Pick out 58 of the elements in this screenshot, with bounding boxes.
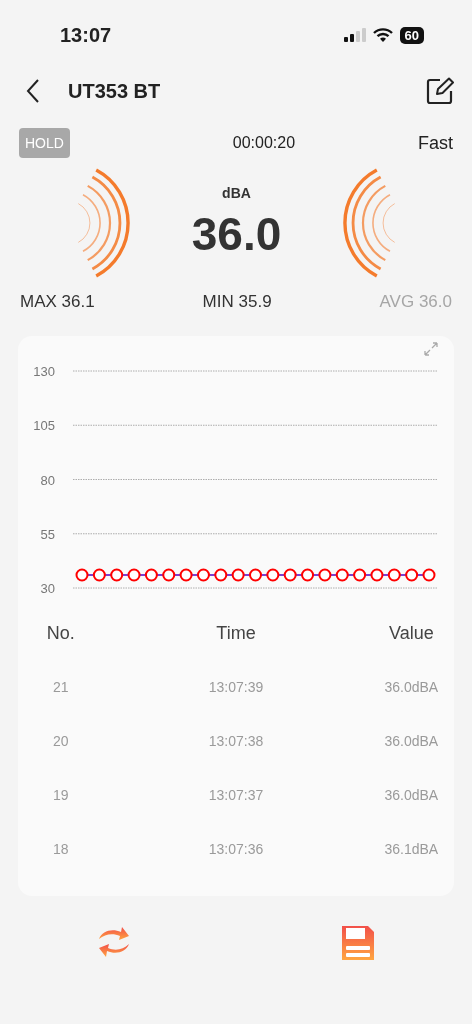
stat-value: MAX 36.1 bbox=[20, 292, 95, 312]
table-cell: 20 bbox=[52, 733, 69, 749]
back-button[interactable] bbox=[26, 78, 40, 104]
data-point bbox=[214, 568, 228, 582]
data-point bbox=[162, 568, 176, 582]
column-header: No. bbox=[46, 622, 75, 644]
table-cell: 36.0dBA bbox=[384, 679, 439, 695]
elapsed-time: 00:00:20 bbox=[232, 134, 296, 152]
table-cell: 21 bbox=[52, 679, 69, 695]
table-cell: 36.0dBA bbox=[384, 733, 439, 749]
table-cell: 13:07:36 bbox=[208, 841, 264, 857]
column-header: Value bbox=[388, 622, 434, 644]
battery-level: 60 bbox=[399, 26, 424, 44]
table-cell: 36.1dBA bbox=[384, 841, 439, 857]
data-point bbox=[249, 568, 262, 582]
table-cell: 13:07:39 bbox=[208, 679, 264, 695]
stat-value: MIN 35.9 bbox=[202, 292, 272, 312]
data-point bbox=[387, 568, 401, 582]
data-point bbox=[422, 568, 436, 582]
wifi-icon bbox=[372, 28, 393, 42]
data-point bbox=[283, 568, 297, 582]
device-title: UT353 BT bbox=[68, 79, 162, 103]
unit-label: dBA bbox=[222, 185, 251, 201]
data-point bbox=[144, 568, 158, 582]
data-point bbox=[266, 568, 280, 582]
stat-value: AVG 36.0 bbox=[379, 292, 452, 312]
axis-tick-label: 30 bbox=[40, 581, 55, 596]
data-point bbox=[179, 568, 193, 582]
data-point bbox=[301, 568, 315, 582]
data-point bbox=[127, 568, 141, 582]
edit-button[interactable] bbox=[426, 77, 454, 105]
data-point bbox=[231, 568, 245, 582]
table-cell: 18 bbox=[52, 841, 69, 857]
data-point bbox=[353, 568, 367, 582]
data-point bbox=[92, 568, 106, 582]
data-point bbox=[370, 568, 384, 582]
expand-icon[interactable] bbox=[424, 342, 438, 356]
table-cell: 13:07:37 bbox=[208, 787, 264, 803]
axis-tick-label: 80 bbox=[40, 472, 55, 488]
signal-icon bbox=[343, 28, 366, 42]
axis-tick-label: 55 bbox=[40, 526, 55, 542]
axis-tick-label: 105 bbox=[33, 418, 55, 434]
sound-level-value: 36.0 bbox=[191, 207, 282, 261]
table-cell: 19 bbox=[52, 787, 69, 803]
data-point bbox=[196, 568, 210, 582]
hold-button[interactable]: HOLD bbox=[19, 128, 70, 158]
column-header: Time bbox=[216, 622, 256, 644]
status-time: 13:07 bbox=[60, 23, 112, 47]
response-mode: Fast bbox=[417, 132, 453, 154]
data-point bbox=[110, 568, 124, 582]
axis-tick-label: 130 bbox=[33, 364, 55, 379]
table-cell: 36.0dBA bbox=[384, 787, 439, 803]
data-point bbox=[335, 568, 349, 582]
table-cell: 13:07:38 bbox=[208, 733, 264, 749]
data-point bbox=[318, 568, 332, 582]
data-point bbox=[405, 568, 419, 582]
data-point bbox=[75, 568, 89, 582]
save-button[interactable] bbox=[340, 924, 376, 962]
